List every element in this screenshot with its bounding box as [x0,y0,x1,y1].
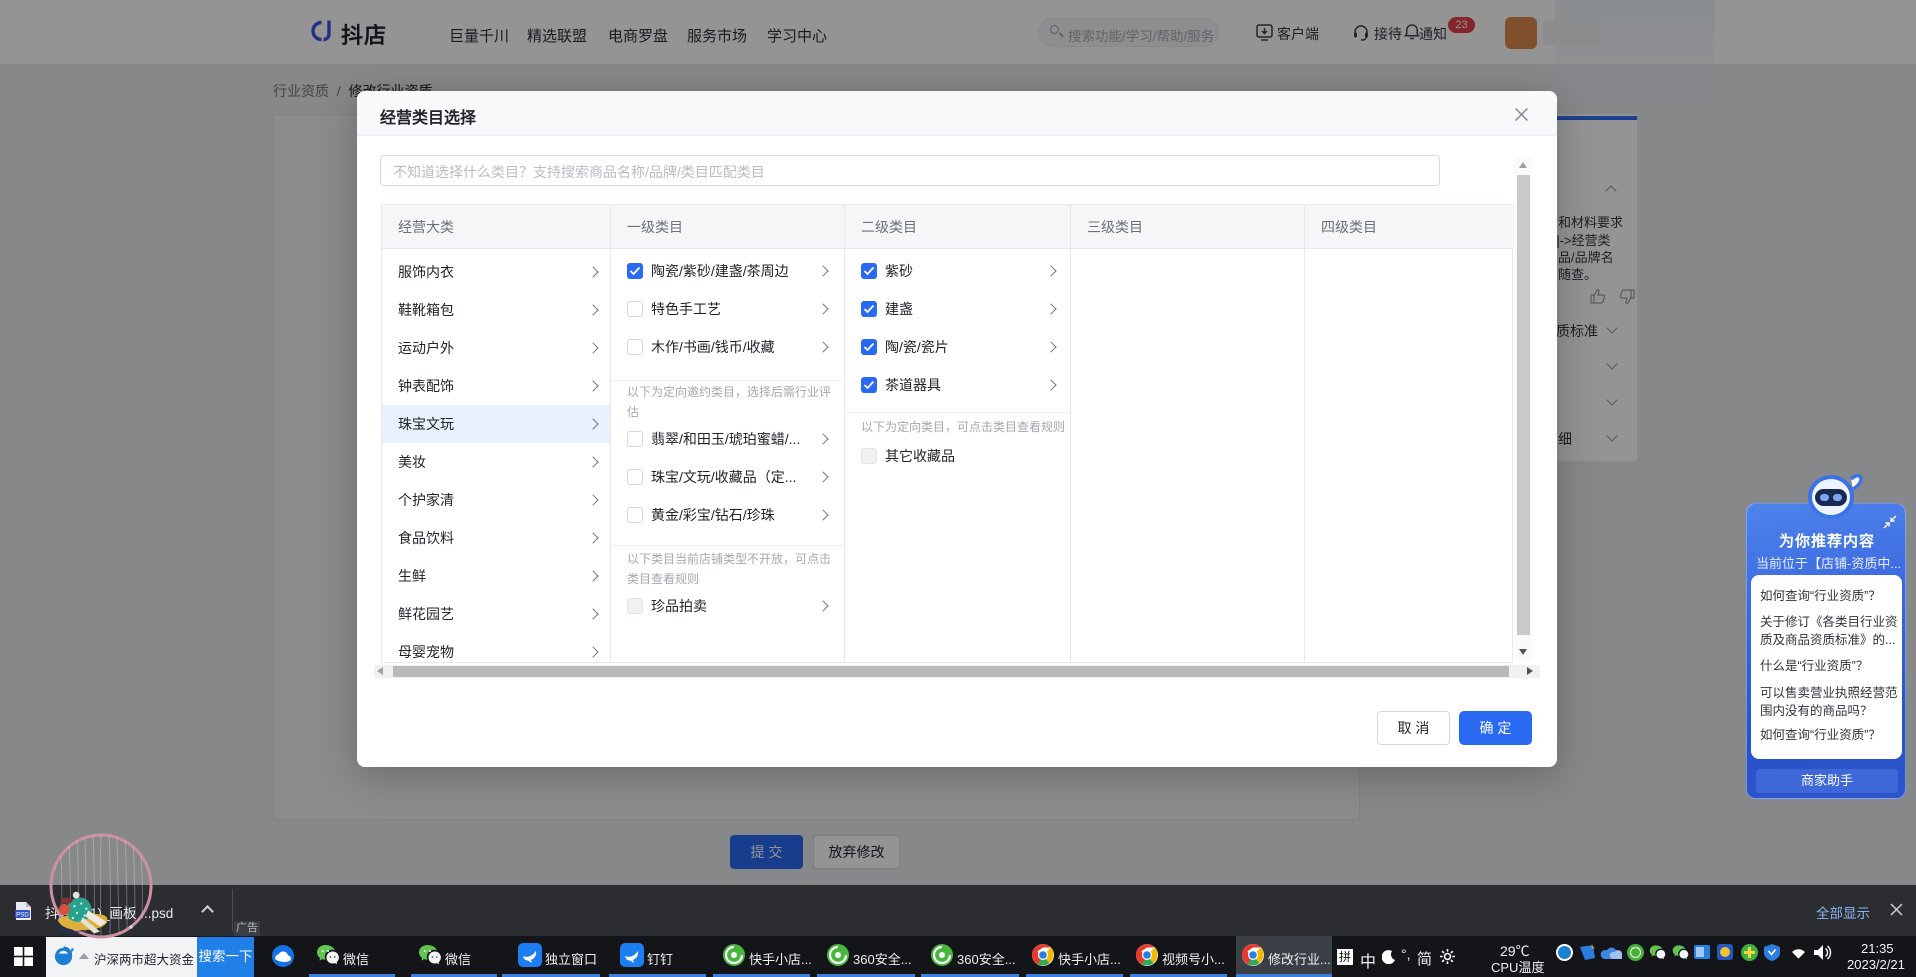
svg-text:PSD: PSD [16,911,29,918]
